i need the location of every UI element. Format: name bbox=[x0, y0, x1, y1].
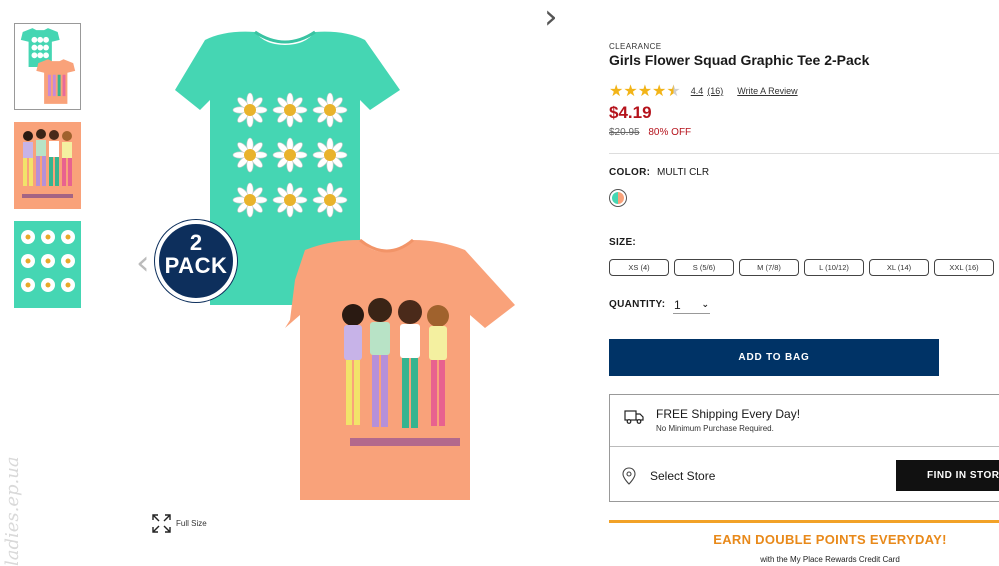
color-row: COLOR: MULTI CLR bbox=[609, 167, 709, 178]
rating-value[interactable]: 4.4 bbox=[691, 86, 704, 96]
find-in-store-button[interactable]: FIND IN STORE bbox=[896, 460, 999, 491]
main-product-image[interactable]: 2 PACK bbox=[155, 20, 535, 510]
thumbnail-1[interactable] bbox=[14, 23, 81, 110]
expand-icon bbox=[152, 514, 171, 533]
discount-label: 80% OFF bbox=[648, 127, 692, 138]
product-title: Girls Flower Squad Graphic Tee 2-Pack bbox=[609, 52, 870, 68]
thumbnail-3-image bbox=[14, 221, 81, 308]
next-image-arrow[interactable]: › bbox=[544, 0, 934, 34]
shipping-box: FREE Shipping Every Day! No Minimum Purc… bbox=[609, 394, 999, 502]
badge-text: PACK bbox=[164, 253, 228, 278]
star-icon: ★ bbox=[652, 81, 667, 100]
full-size-label: Full Size bbox=[176, 519, 207, 528]
thumbnail-3[interactable] bbox=[14, 221, 81, 308]
promo-subtitle: with the My Place Rewards Credit Card bbox=[760, 555, 900, 564]
size-xs-button[interactable]: XS (4) bbox=[609, 259, 669, 276]
full-size-button[interactable]: Full Size bbox=[152, 514, 207, 533]
swatch-fill bbox=[612, 192, 624, 204]
location-pin-icon bbox=[622, 467, 636, 485]
star-half-icon: ★ bbox=[666, 81, 681, 100]
star-icon: ★ bbox=[637, 81, 653, 100]
thumbnail-2-image bbox=[14, 122, 81, 209]
chevron-down-icon: ⌄ bbox=[701, 299, 709, 309]
size-options: XS (4) S (5/6) M (7/8) L (10/12) XL (14)… bbox=[609, 259, 999, 276]
quantity-select[interactable]: 1 ⌄ bbox=[673, 296, 710, 314]
price-details: $20.95 80% OFF bbox=[609, 127, 691, 138]
thumbnail-2[interactable] bbox=[14, 122, 81, 209]
store-row: Select Store FIND IN STORE bbox=[610, 447, 999, 502]
size-label: SIZE: bbox=[609, 237, 637, 248]
divider bbox=[609, 153, 999, 154]
star-rating: ★ ★ ★ ★ ★ bbox=[609, 83, 681, 99]
select-store-link[interactable]: Select Store bbox=[650, 469, 715, 483]
free-shipping-title: FREE Shipping Every Day! bbox=[656, 407, 801, 421]
size-xl-button[interactable]: XL (14) bbox=[869, 259, 929, 276]
write-review-link[interactable]: Write A Review bbox=[737, 86, 797, 96]
truck-icon bbox=[624, 410, 644, 424]
review-count[interactable]: (16) bbox=[707, 86, 723, 96]
clearance-tag: CLEARANCE bbox=[609, 42, 662, 51]
promo-title: EARN DOUBLE POINTS EVERYDAY! bbox=[713, 532, 947, 547]
size-s-button[interactable]: S (5/6) bbox=[674, 259, 734, 276]
free-shipping-row: FREE Shipping Every Day! No Minimum Purc… bbox=[610, 395, 999, 447]
sale-price: $4.19 bbox=[609, 103, 652, 122]
badge-number: 2 bbox=[189, 230, 203, 255]
rating-row: ★ ★ ★ ★ ★ 4.4 (16) Write A Review bbox=[609, 83, 798, 99]
color-label: COLOR: bbox=[609, 167, 651, 178]
size-xxl-button[interactable]: XXL (16) bbox=[934, 259, 994, 276]
free-shipping-subtitle: No Minimum Purchase Required. bbox=[656, 424, 774, 433]
size-m-button[interactable]: M (7/8) bbox=[739, 259, 799, 276]
watermark: ladies.ep.ua bbox=[2, 456, 23, 566]
star-icon: ★ bbox=[623, 81, 638, 100]
quantity-value: 1 bbox=[674, 297, 681, 312]
color-swatch[interactable] bbox=[609, 189, 627, 207]
original-price: $20.95 bbox=[609, 127, 640, 138]
two-pack-badge: 2 PACK bbox=[155, 220, 237, 302]
color-value: MULTI CLR bbox=[657, 167, 710, 178]
prev-image-arrow[interactable]: ‹ bbox=[136, 246, 150, 280]
quantity-label: QUANTITY: bbox=[609, 299, 666, 310]
thumbnail-1-image bbox=[15, 24, 80, 109]
size-l-button[interactable]: L (10/12) bbox=[804, 259, 864, 276]
add-to-bag-button[interactable]: ADD TO BAG bbox=[609, 339, 939, 376]
star-icon: ★ bbox=[609, 81, 624, 100]
promo-divider bbox=[609, 520, 999, 523]
